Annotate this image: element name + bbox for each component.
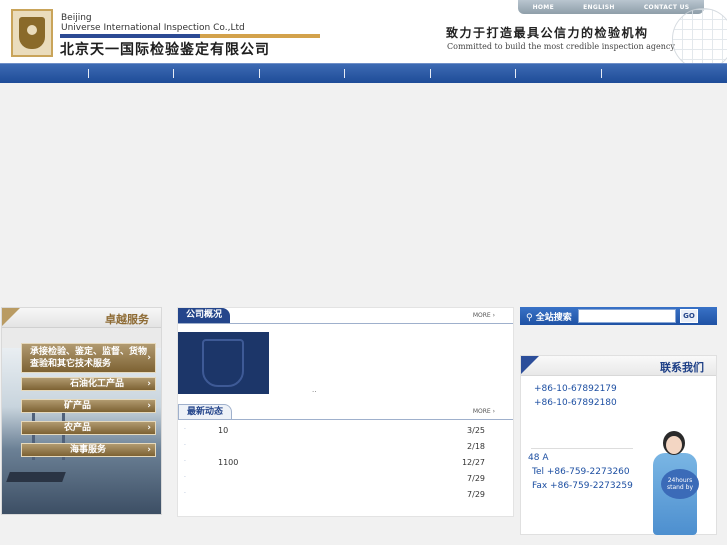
contact-panel: 联系我们 +86-10-67892179 +86-10-67892180 48 … xyxy=(520,355,717,535)
services-header: 卓越服务 xyxy=(2,308,161,328)
header-band-blue xyxy=(60,34,200,38)
about-more-link[interactable]: MORE › xyxy=(473,312,495,319)
sidebar-right: ⚲ 全站搜索 GO 联系我们 +86-10-67892179 +86-10-67… xyxy=(520,307,717,535)
chevron-right-icon: › xyxy=(147,379,151,389)
nav-separator xyxy=(430,69,431,78)
header-band-gold xyxy=(200,34,320,38)
chevron-right-icon: › xyxy=(147,445,151,455)
corner-decoration xyxy=(2,308,20,326)
service-label: 农产品 xyxy=(64,423,92,433)
chevron-right-icon: › xyxy=(147,401,151,411)
standby-line2: stand by xyxy=(666,484,694,491)
ship-shape xyxy=(6,472,66,482)
contact-divider xyxy=(531,448,633,449)
agent-face-shape xyxy=(666,436,682,454)
top-link-contact[interactable]: CONTACT US xyxy=(644,4,690,11)
top-link-home[interactable]: HOME xyxy=(533,4,554,11)
news-list: · 10 3/25 · 2/18 · 1100 12/27 · 7/29 · 7… xyxy=(184,424,490,504)
seal-icon xyxy=(202,339,244,387)
search-input[interactable] xyxy=(578,309,676,323)
top-link-english[interactable]: ENGLISH xyxy=(583,4,615,11)
bullet-icon: · xyxy=(184,442,186,449)
slogan-cn: 致力于打造最具公信力的检验机构 xyxy=(446,26,649,40)
news-date: 3/25 xyxy=(467,426,485,435)
news-title[interactable]: 最新动态 xyxy=(178,404,233,419)
contact-address: 48 A xyxy=(528,453,549,463)
bullet-icon: · xyxy=(184,458,186,465)
about-ellipsis: .. xyxy=(312,386,317,394)
nav-separator xyxy=(344,69,345,78)
search-label-text: 全站搜索 xyxy=(535,313,572,323)
news-item[interactable]: · 7/29 xyxy=(184,488,490,504)
content-panel: 公司概况 MORE › .. 最新动态 MORE › · 10 3/25 · 2… xyxy=(177,307,514,517)
standby-line1: 24hours xyxy=(667,477,693,484)
top-links: HOME ENGLISH CONTACT US xyxy=(518,0,704,14)
news-item[interactable]: · 7/29 xyxy=(184,472,490,488)
company-logo[interactable] xyxy=(11,9,53,57)
about-title[interactable]: 公司概况 xyxy=(178,308,231,323)
more-label: MORE xyxy=(472,408,491,415)
logo-dot-icon xyxy=(27,25,37,35)
news-date: 7/29 xyxy=(467,474,485,483)
contact-title: 联系我们 xyxy=(660,361,704,374)
page: Beijing Universe International Inspectio… xyxy=(0,0,727,545)
about-image[interactable] xyxy=(178,332,269,394)
nav-separator xyxy=(515,69,516,78)
contact-tel-1: +86-10-67892179 xyxy=(534,384,617,394)
more-label: MORE xyxy=(472,312,491,319)
news-date: 7/29 xyxy=(467,490,485,499)
news-text[interactable]: 1100 xyxy=(218,458,238,467)
nav-separator xyxy=(173,69,174,78)
news-more-link[interactable]: MORE › xyxy=(473,408,495,415)
service-agriculture-button[interactable]: 农产品 › xyxy=(21,421,156,435)
service-label: 石油化工产品 xyxy=(70,379,125,389)
news-text[interactable]: 10 xyxy=(218,426,228,435)
contact-tel-3: Tel +86-759-2273260 xyxy=(532,467,630,477)
company-name-cn: 北京天一国际检验鉴定有限公司 xyxy=(60,42,270,58)
news-item[interactable]: · 1100 12/27 xyxy=(184,456,490,472)
bullet-icon: · xyxy=(184,490,186,497)
services-title: 卓越服务 xyxy=(105,313,149,326)
chevron-right-icon: › xyxy=(147,423,151,433)
nav-separator xyxy=(88,69,89,78)
service-main-label: 承接检验、鉴定、监督、货物查验和其它技术服务 xyxy=(30,347,148,369)
news-header: 最新动态 MORE › xyxy=(178,404,513,420)
service-petrochemical-button[interactable]: 石油化工产品 › xyxy=(21,377,156,391)
search-label: ⚲ 全站搜索 xyxy=(526,313,572,323)
header: Beijing Universe International Inspectio… xyxy=(0,0,727,63)
standby-badge: 24hours stand by xyxy=(661,469,699,499)
company-name-en: Beijing Universe International Inspectio… xyxy=(61,13,245,33)
nav-separator xyxy=(259,69,260,78)
bullet-icon: · xyxy=(184,474,186,481)
bullet-icon: · xyxy=(184,426,186,433)
main-nav[interactable] xyxy=(0,63,727,83)
chevron-right-icon: › xyxy=(147,353,151,363)
corner-decoration xyxy=(521,356,539,374)
service-main-button[interactable]: 承接检验、鉴定、监督、货物查验和其它技术服务 › xyxy=(21,343,156,373)
services-panel: 卓越服务 承接检验、鉴定、监督、货物查验和其它技术服务 › 石油化工产品 › 矿… xyxy=(1,307,162,515)
news-item[interactable]: · 2/18 xyxy=(184,440,490,456)
service-label: 矿产品 xyxy=(64,401,92,411)
search-go-button[interactable]: GO xyxy=(680,309,698,323)
contact-fax: Fax +86-759-2273259 xyxy=(532,481,633,491)
service-label: 海事服务 xyxy=(70,445,107,455)
globe-icon xyxy=(672,8,727,63)
contact-header: 联系我们 xyxy=(521,356,716,376)
contact-tel-2: +86-10-67892180 xyxy=(534,398,617,408)
about-header: 公司概况 MORE › xyxy=(178,308,513,324)
news-date: 12/27 xyxy=(461,458,485,467)
search-bar: ⚲ 全站搜索 GO xyxy=(520,307,717,325)
nav-separator xyxy=(601,69,602,78)
service-maritime-button[interactable]: 海事服务 › xyxy=(21,443,156,457)
company-name-en-line1: Beijing xyxy=(61,13,92,23)
news-date: 2/18 xyxy=(467,442,485,451)
company-name-en-line2: Universe International Inspection Co.,Lt… xyxy=(61,23,245,33)
news-item[interactable]: · 10 3/25 xyxy=(184,424,490,440)
slogan-en: Committed to build the most credible ins… xyxy=(447,42,675,51)
service-minerals-button[interactable]: 矿产品 › xyxy=(21,399,156,413)
